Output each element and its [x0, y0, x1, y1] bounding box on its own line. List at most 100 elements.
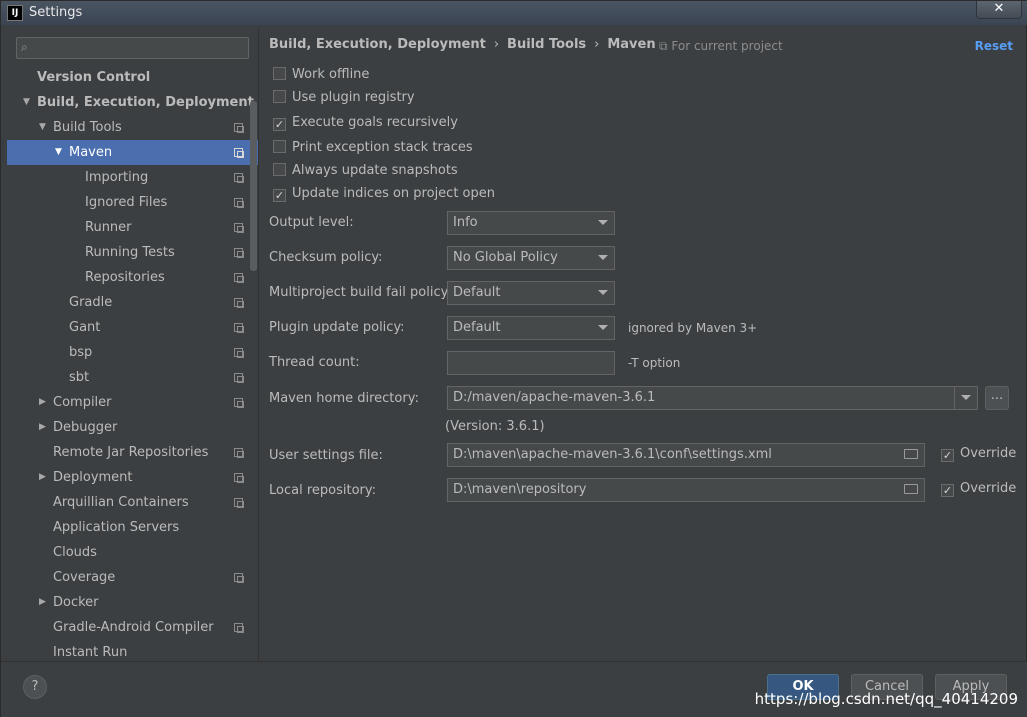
sidebar-item-label: bsp — [69, 345, 93, 360]
sidebar-item-label: Importing — [85, 170, 149, 185]
sidebar-item-label: Remote Jar Repositories — [53, 445, 209, 460]
project-page-icon — [234, 448, 244, 458]
override-checkbox[interactable]: ✓ — [941, 449, 954, 462]
sidebar-scrollbar[interactable] — [250, 101, 257, 271]
sidebar-item-runner[interactable]: Runner — [7, 215, 258, 240]
title-bar[interactable]: IJ Settings ✕ — [1, 1, 1027, 25]
output-level-select[interactable]: Info — [447, 211, 615, 235]
collapse-arrow-icon[interactable]: ▶ — [39, 590, 49, 615]
sidebar-item-compiler[interactable]: ▶ Compiler — [7, 390, 258, 415]
help-button[interactable]: ? — [23, 675, 47, 699]
expand-arrow-icon[interactable]: ▼ — [39, 115, 49, 140]
project-page-icon — [234, 573, 244, 583]
sidebar-item-deployment[interactable]: ▶ Deployment — [7, 465, 258, 490]
maven-version-label: (Version: 3.6.1) — [445, 419, 545, 434]
local-repository-field[interactable]: D:\maven\repository — [447, 478, 925, 502]
sidebar-item-repositories[interactable]: Repositories — [7, 265, 258, 290]
for-current-project-label: ⧉ For current project — [659, 39, 783, 53]
checkbox[interactable]: ✓ — [273, 189, 286, 202]
checkbox-label: Update indices on project open — [292, 186, 495, 201]
collapse-arrow-icon[interactable]: ▶ — [39, 465, 49, 490]
sidebar-item-ignored-files[interactable]: Ignored Files — [7, 190, 258, 215]
sidebar-item-remote-jar-repositories[interactable]: Remote Jar Repositories — [7, 440, 258, 465]
close-button[interactable]: ✕ — [976, 1, 1022, 19]
intellij-app-icon: IJ — [7, 5, 23, 21]
checkbox[interactable] — [273, 163, 286, 176]
sidebar-item-label: Debugger — [53, 420, 118, 435]
multiproject-policy-select[interactable]: Default — [447, 281, 615, 305]
sidebar-item-label: Deployment — [53, 470, 133, 485]
maven-settings-panel: Build, Execution, Deployment › Build Tools… — [259, 29, 1027, 661]
reset-link[interactable]: Reset — [975, 39, 1013, 53]
user-settings-field[interactable]: D:\maven\apache-maven-3.6.1\conf\setting… — [447, 443, 925, 467]
user-settings-label: User settings file: — [269, 448, 383, 463]
maven-home-select[interactable]: D:/maven/apache-maven-3.6.1 — [447, 386, 978, 410]
local-repository-override[interactable]: ✓ Override — [941, 481, 1016, 497]
breadcrumb-item: Build, Execution, Deployment — [269, 37, 486, 52]
sidebar-item-gant[interactable]: Gant — [7, 315, 258, 340]
option-work-offline[interactable]: Work offline — [273, 66, 369, 86]
project-page-icon — [234, 498, 244, 508]
checksum-policy-select[interactable]: No Global Policy — [447, 246, 615, 270]
sidebar-item-label: Ignored Files — [85, 195, 168, 210]
maven-home-browse-button[interactable]: ... — [985, 386, 1009, 410]
checkbox[interactable] — [273, 90, 286, 103]
output-level-value: Info — [453, 215, 478, 230]
checkbox-label: Always update snapshots — [292, 163, 458, 178]
chevron-down-icon — [598, 255, 608, 260]
sidebar-item-build-tools[interactable]: ▼ Build Tools — [7, 115, 258, 140]
sidebar-item-bsp[interactable]: bsp — [7, 340, 258, 365]
breadcrumb: Build, Execution, Deployment › Build Tools… — [269, 37, 656, 52]
sidebar-item-importing[interactable]: Importing — [7, 165, 258, 190]
breadcrumb-separator: › — [493, 37, 500, 52]
override-checkbox[interactable]: ✓ — [941, 484, 954, 497]
thread-count-input[interactable] — [447, 351, 615, 375]
checksum-policy-value: No Global Policy — [453, 250, 558, 265]
option-use-plugin-registry[interactable]: Use plugin registry — [273, 89, 415, 109]
checksum-policy-label: Checksum policy: — [269, 250, 383, 265]
checkbox[interactable] — [273, 67, 286, 80]
sidebar-item-build-execution-deployment[interactable]: ▼ Build, Execution, Deployment — [7, 90, 258, 115]
user-settings-override[interactable]: ✓ Override — [941, 446, 1016, 462]
sidebar-item-version-control[interactable]: Version Control — [7, 65, 258, 90]
collapse-arrow-icon[interactable]: ▶ — [39, 415, 49, 440]
settings-tree: Version Control ▼ Build, Execution, Deploy… — [7, 65, 258, 661]
expand-arrow-icon[interactable]: ▼ — [55, 140, 65, 165]
user-settings-value: D:\maven\apache-maven-3.6.1\conf\setting… — [453, 447, 772, 462]
project-page-icon — [234, 398, 244, 408]
breadcrumb-item: Build Tools — [507, 37, 587, 52]
option-execute-goals-recursively[interactable]: ✓ Execute goals recursively — [273, 114, 458, 134]
collapse-arrow-icon[interactable]: ▶ — [39, 390, 49, 415]
project-page-icon: ⧉ — [659, 39, 672, 53]
sidebar-item-label: Repositories — [85, 270, 165, 285]
checkbox[interactable] — [273, 140, 286, 153]
checkbox[interactable]: ✓ — [273, 118, 286, 131]
sidebar-item-running-tests[interactable]: Running Tests — [7, 240, 258, 265]
project-page-icon — [234, 298, 244, 308]
sidebar-item-arquillian-containers[interactable]: Arquillian Containers — [7, 490, 258, 515]
sidebar-item-gradle[interactable]: Gradle — [7, 290, 258, 315]
sidebar-item-application-servers[interactable]: Application Servers — [7, 515, 258, 540]
sidebar-item-instant-run[interactable]: Instant Run — [7, 640, 258, 661]
folder-icon[interactable] — [904, 449, 918, 459]
sidebar-item-docker[interactable]: ▶ Docker — [7, 590, 258, 615]
sidebar-item-gradle-android-compiler[interactable]: Gradle-Android Compiler — [7, 615, 258, 640]
sidebar-item-clouds[interactable]: Clouds — [7, 540, 258, 565]
option-always-update-snapshots[interactable]: Always update snapshots — [273, 162, 458, 182]
settings-search-input[interactable]: ⌕ — [16, 37, 249, 59]
project-page-icon — [234, 223, 244, 233]
sidebar-item-sbt[interactable]: sbt — [7, 365, 258, 390]
sidebar-item-debugger[interactable]: ▶ Debugger — [7, 415, 258, 440]
breadcrumb-item: Maven — [607, 37, 656, 52]
sidebar-item-coverage[interactable]: Coverage — [7, 565, 258, 590]
option-update-indices-on-project-open[interactable]: ✓ Update indices on project open — [273, 185, 495, 205]
sidebar-item-maven[interactable]: ▼ Maven — [7, 140, 258, 165]
folder-icon[interactable] — [904, 484, 918, 494]
expand-arrow-icon[interactable]: ▼ — [23, 90, 33, 115]
project-page-icon — [234, 273, 244, 283]
thread-count-hint: -T option — [628, 356, 681, 370]
plugin-update-policy-select[interactable]: Default — [447, 316, 615, 340]
option-print-exception-stack-traces[interactable]: Print exception stack traces — [273, 139, 473, 159]
settings-window: IJ Settings ✕ ⌕ Version Control ▼ Build, E… — [0, 0, 1027, 717]
project-page-icon — [234, 473, 244, 483]
